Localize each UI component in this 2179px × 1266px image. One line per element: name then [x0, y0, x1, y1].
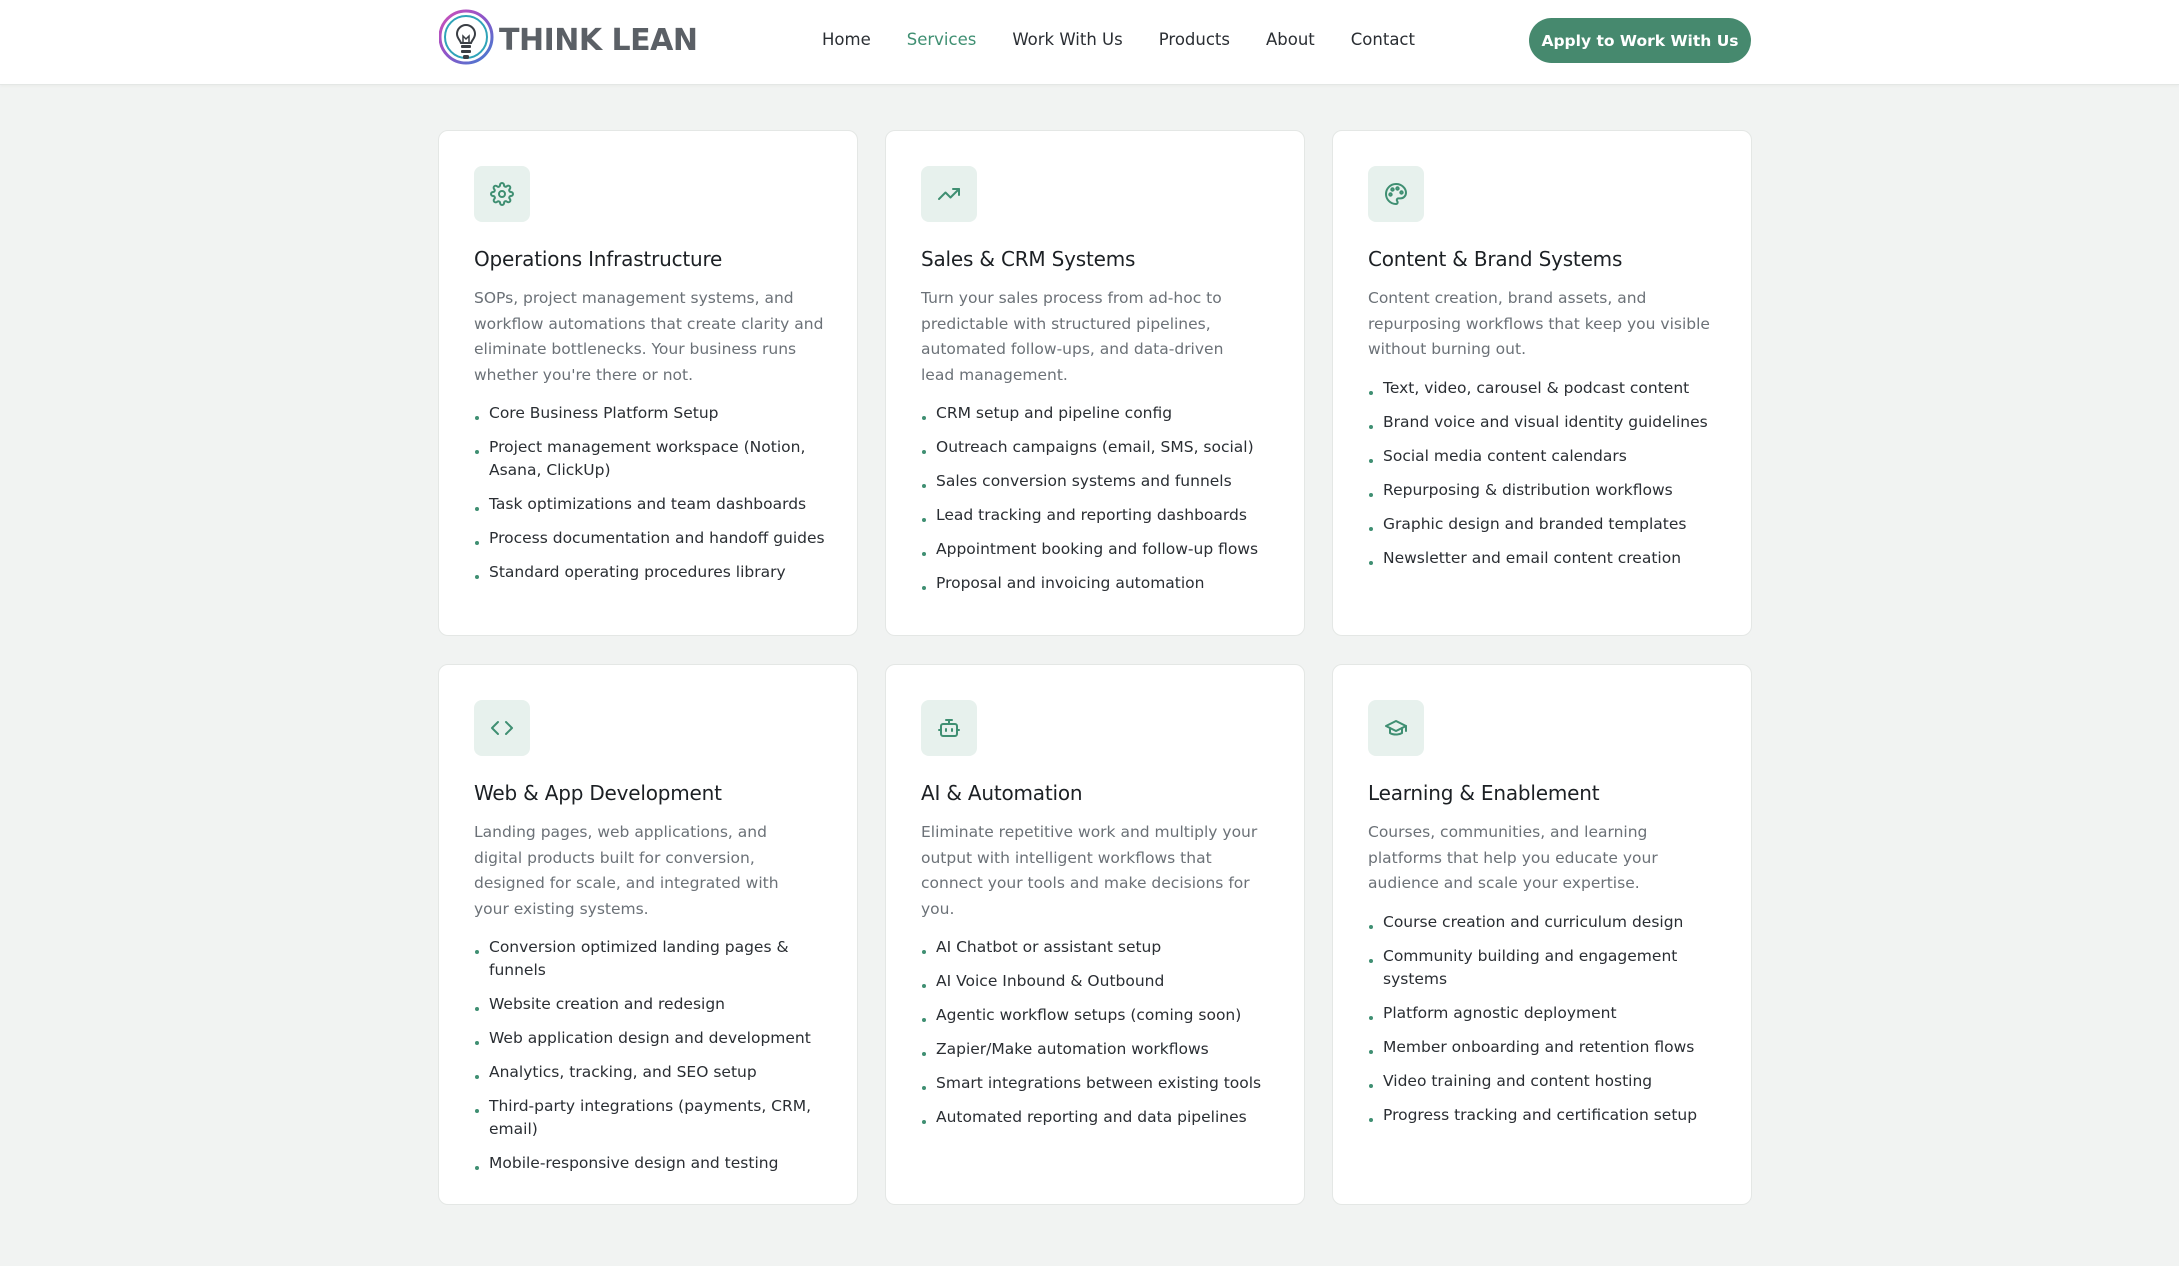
card-title: AI & Automation	[921, 781, 1083, 805]
feature-list: Text, video, carousel & podcast content …	[1368, 377, 1728, 570]
card-title: Learning & Enablement	[1368, 781, 1600, 805]
list-item: Core Business Platform Setup	[474, 402, 834, 425]
list-item: Course creation and curriculum design	[1368, 911, 1728, 934]
list-item: Third-party integrations (payments, CRM,…	[474, 1095, 834, 1141]
list-item: Lead tracking and reporting dashboards	[921, 504, 1281, 527]
card-title: Operations Infrastructure	[474, 247, 723, 271]
card-title: Content & Brand Systems	[1368, 247, 1623, 271]
card-description: Courses, communities, and learning platf…	[1368, 823, 1658, 892]
list-item: Community building and engagement system…	[1368, 945, 1728, 991]
list-item: Text, video, carousel & podcast content	[1368, 377, 1728, 400]
list-item: Agentic workflow setups (coming soon)	[921, 1004, 1281, 1027]
card-title: Web & App Development	[474, 781, 722, 805]
list-item: Process documentation and handoff guides	[474, 527, 834, 550]
list-item: Graphic design and branded templates	[1368, 513, 1728, 536]
service-card-learning: Learning & Enablement Courses, communiti…	[1332, 664, 1752, 1205]
list-item: Repurposing & distribution workflows	[1368, 479, 1728, 502]
list-item: Standard operating procedures library	[474, 561, 834, 584]
main-nav: Home Services Work With Us Products Abou…	[822, 28, 1451, 52]
list-item: Outreach campaigns (email, SMS, social)	[921, 436, 1281, 459]
feature-list: AI Chatbot or assistant setup AI Voice I…	[921, 936, 1281, 1129]
list-item: AI Chatbot or assistant setup	[921, 936, 1281, 959]
lightbulb-icon	[439, 9, 494, 65]
gear-icon	[474, 166, 530, 222]
list-item: Conversion optimized landing pages & fun…	[474, 936, 834, 982]
code-icon	[474, 700, 530, 756]
nav-about[interactable]: About	[1266, 28, 1315, 52]
list-item: Mobile-responsive design and testing	[474, 1152, 834, 1175]
list-item: CRM setup and pipeline config	[921, 402, 1281, 425]
palette-icon	[1368, 166, 1424, 222]
feature-list: Course creation and curriculum design Co…	[1368, 911, 1728, 1127]
list-item: Project management workspace (Notion, As…	[474, 436, 834, 482]
robot-icon	[921, 700, 977, 756]
list-item: Zapier/Make automation workflows	[921, 1038, 1281, 1061]
feature-list: Conversion optimized landing pages & fun…	[474, 936, 834, 1175]
list-item: Automated reporting and data pipelines	[921, 1106, 1281, 1129]
list-item: Progress tracking and certification setu…	[1368, 1104, 1728, 1127]
service-card-content: Content & Brand Systems Content creation…	[1332, 130, 1752, 636]
card-description: Eliminate repetitive work and multiply y…	[921, 823, 1258, 918]
list-item: Smart integrations between existing tool…	[921, 1072, 1281, 1095]
list-item: Platform agnostic deployment	[1368, 1002, 1728, 1025]
nav-home[interactable]: Home	[822, 28, 871, 52]
list-item: Proposal and invoicing automation	[921, 572, 1281, 595]
list-item: Analytics, tracking, and SEO setup	[474, 1061, 834, 1084]
feature-list: Core Business Platform Setup Project man…	[474, 402, 834, 584]
service-card-ai: AI & Automation Eliminate repetitive wor…	[885, 664, 1305, 1205]
list-item: Task optimizations and team dashboards	[474, 493, 834, 516]
brand-logo[interactable]: THINK LEAN	[439, 8, 698, 72]
list-item: Website creation and redesign	[474, 993, 834, 1016]
list-item: Social media content calendars	[1368, 445, 1728, 468]
card-description: Landing pages, web applications, and dig…	[474, 823, 779, 918]
list-item: AI Voice Inbound & Outbound	[921, 970, 1281, 993]
nav-contact[interactable]: Contact	[1351, 28, 1415, 52]
card-description: SOPs, project management systems, and wo…	[474, 289, 824, 384]
nav-products[interactable]: Products	[1159, 28, 1230, 52]
list-item: Appointment booking and follow-up flows	[921, 538, 1281, 561]
list-item: Video training and content hosting	[1368, 1070, 1728, 1093]
list-item: Member onboarding and retention flows	[1368, 1036, 1728, 1059]
site-header: THINK LEAN Home Services Work With Us Pr…	[0, 0, 2179, 85]
card-description: Turn your sales process from ad-hoc to p…	[921, 289, 1224, 384]
list-item: Brand voice and visual identity guidelin…	[1368, 411, 1728, 434]
nav-work-with-us[interactable]: Work With Us	[1012, 28, 1122, 52]
apply-button[interactable]: Apply to Work With Us	[1529, 18, 1751, 63]
feature-list: CRM setup and pipeline config Outreach c…	[921, 402, 1281, 595]
service-card-sales: Sales & CRM Systems Turn your sales proc…	[885, 130, 1305, 636]
list-item: Web application design and development	[474, 1027, 834, 1050]
list-item: Newsletter and email content creation	[1368, 547, 1728, 570]
card-title: Sales & CRM Systems	[921, 247, 1136, 271]
card-description: Content creation, brand assets, and repu…	[1368, 289, 1710, 358]
nav-services[interactable]: Services	[907, 28, 977, 52]
list-item: Sales conversion systems and funnels	[921, 470, 1281, 493]
trending-up-icon	[921, 166, 977, 222]
service-card-operations: Operations Infrastructure SOPs, project …	[438, 130, 858, 636]
brand-name: THINK LEAN	[499, 22, 698, 58]
graduation-cap-icon	[1368, 700, 1424, 756]
service-card-web: Web & App Development Landing pages, web…	[438, 664, 858, 1205]
